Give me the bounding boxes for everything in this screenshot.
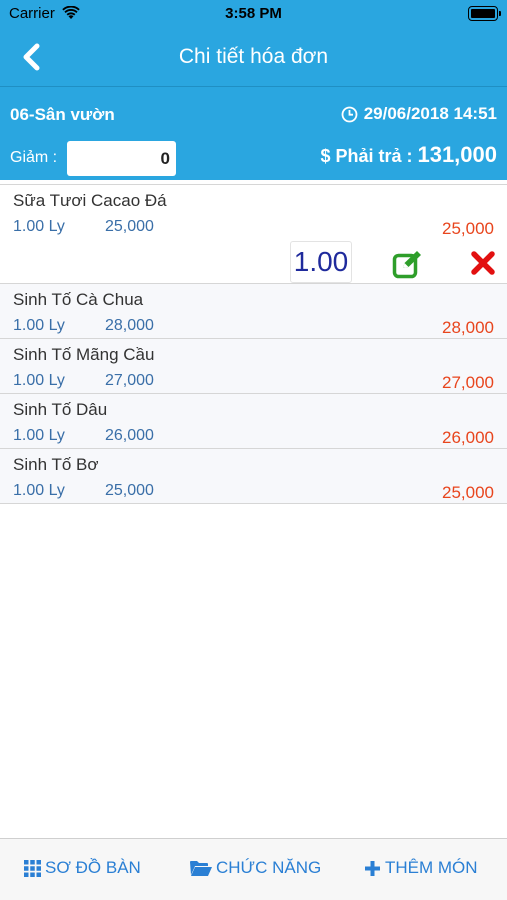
item-quantity: 1.00 Ly	[13, 317, 65, 334]
item-quantity: 1.00 Ly	[13, 372, 65, 389]
clock-icon	[341, 106, 358, 122]
item-quantity: 1.00 Ly	[13, 482, 65, 499]
item-name: Sinh Tố Dâu	[13, 400, 108, 419]
nav-bar: Chi tiết hóa đơn	[0, 28, 507, 86]
close-x-icon[interactable]	[470, 250, 496, 276]
table-map-button[interactable]: SƠ ĐỒ BÀN	[24, 858, 141, 878]
item-name: Sinh Tố Cà Chua	[13, 290, 144, 309]
table-name: 06-Sân vườn	[10, 105, 115, 124]
edit-square-icon[interactable]	[392, 249, 424, 279]
discount-label: Giảm :	[10, 149, 58, 166]
quantity-input[interactable]	[290, 241, 352, 283]
list-item[interactable]: Sinh Tố Cà Chua 1.00 Ly 28,000 28,000	[0, 284, 507, 339]
item-price: 25,000	[105, 218, 154, 235]
invoice-info-panel: 06-Sân vườn 29/06/2018 14:51 Giảm : $ Ph…	[0, 86, 507, 180]
functions-label: CHỨC NĂNG	[216, 858, 322, 877]
item-name: Sữa Tươi Cacao Đá	[13, 191, 167, 210]
item-price: 25,000	[105, 482, 154, 499]
item-price: 27,000	[105, 372, 154, 389]
list-item[interactable]: Sinh Tố Mãng Cầu 1.00 Ly 27,000 27,000	[0, 339, 507, 394]
list-item[interactable]: Sữa Tươi Cacao Đá 1.00 Ly 25,000 25,000	[0, 184, 507, 284]
item-name: Sinh Tố Bơ	[13, 455, 99, 474]
status-bar: Carrier 3:58 PM	[0, 0, 507, 28]
item-amount: 26,000	[442, 428, 494, 447]
invoice-item-list: Sữa Tươi Cacao Đá 1.00 Ly 25,000 25,000 …	[0, 184, 507, 504]
item-quantity: 1.00 Ly	[13, 218, 65, 235]
invoice-datetime: 29/06/2018 14:51	[341, 104, 497, 124]
item-amount: 28,000	[442, 318, 494, 337]
bottom-toolbar: SƠ ĐỒ BÀN CHỨC NĂNG THÊM MÓN	[0, 838, 507, 900]
total-value: 131,000	[417, 142, 497, 167]
clock-time: 3:58 PM	[225, 5, 282, 22]
battery-icon	[468, 6, 501, 21]
folder-open-icon	[190, 860, 212, 876]
add-item-button[interactable]: THÊM MÓN	[364, 858, 478, 878]
plus-icon	[365, 860, 380, 876]
grid-icon	[24, 859, 41, 877]
datetime-text: 29/06/2018 14:51	[363, 104, 497, 123]
total-label: $ Phải trả :	[320, 146, 413, 166]
add-item-label: THÊM MÓN	[385, 858, 478, 877]
total-due: $ Phải trả : 131,000	[320, 142, 497, 168]
page-title: Chi tiết hóa đơn	[178, 45, 329, 68]
item-amount: 27,000	[442, 373, 494, 392]
functions-button[interactable]: CHỨC NĂNG	[190, 858, 321, 878]
discount-input[interactable]	[67, 141, 176, 176]
item-amount: 25,000	[442, 483, 494, 502]
list-item[interactable]: Sinh Tố Bơ 1.00 Ly 25,000 25,000	[0, 449, 507, 504]
item-quantity: 1.00 Ly	[13, 427, 65, 444]
item-price: 28,000	[105, 317, 154, 334]
item-price: 26,000	[105, 427, 154, 444]
list-item[interactable]: Sinh Tố Dâu 1.00 Ly 26,000 26,000	[0, 394, 507, 449]
table-map-label: SƠ ĐỒ BÀN	[45, 858, 141, 877]
item-amount: 25,000	[442, 219, 494, 238]
item-name: Sinh Tố Mãng Cầu	[13, 345, 155, 364]
